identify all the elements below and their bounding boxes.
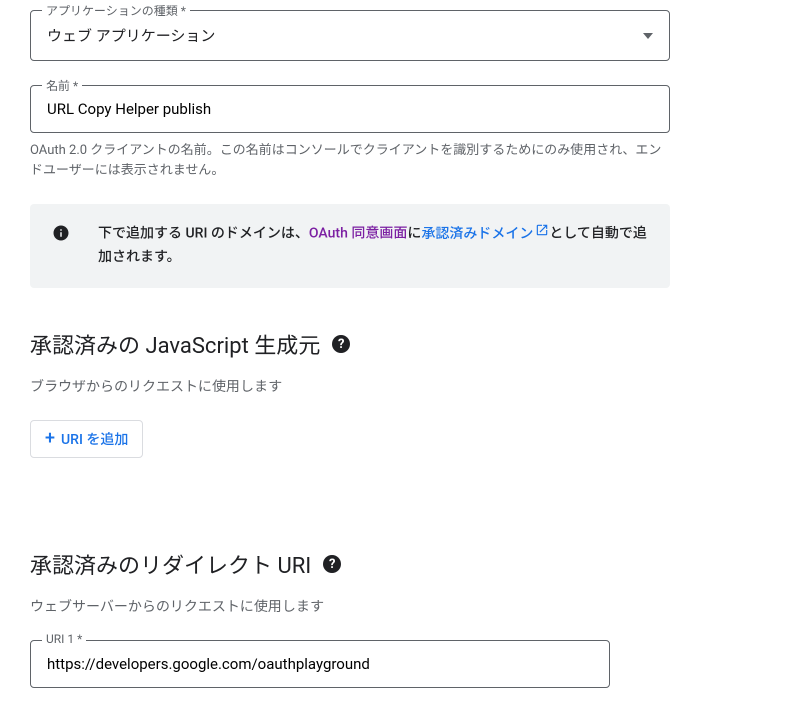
add-uri-button[interactable]: + URI を追加 [30,420,143,458]
chevron-down-icon [643,33,653,39]
redirect-uri-subtitle: ウェブサーバーからのリクエストに使用します [30,596,773,616]
name-input[interactable] [30,85,670,133]
js-origins-subtitle: ブラウザからのリクエストに使用します [30,376,773,396]
plus-icon: + [45,430,55,448]
name-label: 名前 * [42,77,82,94]
info-banner: 下で追加する URI のドメインは、OAuth 同意画面に承認済みドメインとして… [30,204,670,288]
external-link-icon [535,222,549,246]
app-type-label: アプリケーションの種類 * [42,2,190,19]
uri1-input[interactable] [30,640,610,688]
add-uri-label: URI を追加 [61,429,128,449]
redirect-uri-title: 承認済みのリダイレクト URI [30,548,311,580]
help-icon[interactable]: ? [332,335,350,353]
name-helper-text: OAuth 2.0 クライアントの名前。この名前はコンソールでクライアントを識別… [30,141,670,180]
oauth-consent-link[interactable]: OAuth 同意画面 [309,226,407,242]
js-origins-title: 承認済みの JavaScript 生成元 [30,328,320,360]
help-icon[interactable]: ? [323,555,341,573]
info-text: 下で追加する URI のドメインは、OAuth 同意画面に承認済みドメインとして… [98,222,648,270]
app-type-value: ウェブ アプリケーション [47,25,215,46]
info-icon [52,224,70,246]
authorized-domain-link[interactable]: 承認済みドメイン [421,226,549,242]
uri1-label: URI 1 * [42,632,86,646]
